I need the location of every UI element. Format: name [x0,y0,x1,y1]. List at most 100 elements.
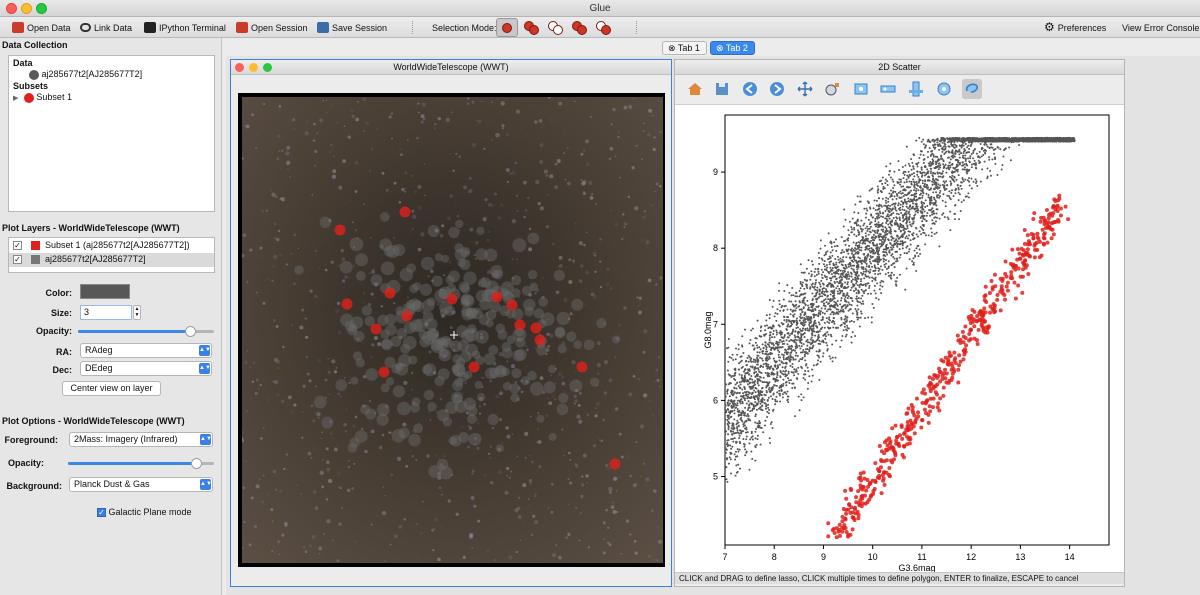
sky-texture [500,101,505,106]
scatter-point [783,305,786,308]
open-data-button[interactable]: Open Data [12,20,71,35]
zoom-icon[interactable] [822,79,842,99]
sky-texture [401,187,405,192]
scatter-plot-area[interactable]: 7 8 9 10 11 12 13 14 5 6 7 8 9 G3.6mag G8.0mag [675,105,1124,573]
size-stepper[interactable]: ▲ ▼ [133,305,141,320]
xor-mode-button[interactable] [568,18,590,37]
home-icon[interactable] [685,79,705,99]
scatter-point [828,321,831,324]
back-icon[interactable] [740,79,760,99]
scatter-point [859,310,862,313]
open-session-button[interactable]: Open Session [236,20,308,35]
wwt-data-point [477,278,487,288]
sky-texture [515,550,518,554]
scatter-point [841,269,844,272]
sky-texture [612,107,616,112]
scatter-point [800,271,803,274]
save-icon[interactable] [712,79,732,99]
sky-texture [255,291,258,294]
sky-image[interactable] [242,97,663,563]
dec-select[interactable]: DEdeg ▲▼ [80,361,212,376]
scatter-point [916,211,919,214]
x-range-icon[interactable] [878,79,898,99]
scatter-point [737,348,740,351]
sky-texture [266,277,271,281]
sky-texture [482,217,487,222]
foreground-select[interactable]: 2Mass: Imagery (Infrared) ▲▼ [69,432,213,447]
scatter-point [939,184,942,187]
scatter-point [790,349,793,352]
layer-visibility-checkbox[interactable]: ✓ [13,241,22,251]
maximize-window-button[interactable] [36,3,47,14]
scatter-point [822,263,825,266]
rect-select-icon[interactable] [851,79,871,99]
layer-visibility-checkbox[interactable]: ✓ [13,255,22,265]
plot-frame [724,114,1110,546]
data-collection-tree[interactable]: Data aj285677t2[AJ285677T2] Subsets ▶ Su… [8,55,215,212]
scatter-point [801,333,804,336]
preferences-button[interactable]: ⚙ Preferences [1044,20,1106,35]
foreground-opacity-slider-handle[interactable] [191,458,203,469]
scatter-point [734,450,737,453]
close-window-button[interactable] [6,3,17,14]
wwt-data-point [459,259,471,271]
minimize-window-button[interactable] [21,3,32,14]
tab-1[interactable]: ⊗ Tab 1 [662,41,707,55]
plot-layers-list[interactable]: ✓ Subset 1 (aj285677t2[AJ285677T2]) ✓ aj… [8,237,215,273]
subset-item[interactable]: ▶ Subset 1 [13,92,72,103]
center-view-button[interactable]: Center view on layer [62,381,161,396]
circle-select-icon[interactable] [934,79,954,99]
y-range-icon[interactable] [906,79,926,99]
layer-row[interactable]: ✓ Subset 1 (aj285677t2[AJ285677T2]) [9,239,214,253]
forward-icon[interactable] [767,79,787,99]
pan-icon[interactable] [795,79,815,99]
scatter-point [799,263,802,266]
expand-arrow-icon[interactable]: ▶ [13,95,18,102]
wwt-sky-view[interactable] [238,93,665,567]
scatter-point [833,245,836,248]
scatter-point [916,165,919,168]
scatter-point [790,294,793,297]
scatter-point [828,316,831,319]
replace-mode-button[interactable] [496,18,518,37]
scatter-point [839,257,842,260]
sky-texture [506,466,510,471]
tab-2[interactable]: ⊗ Tab 2 [710,41,755,55]
link-data-button[interactable]: Link Data [80,20,132,35]
wwt-data-point [553,269,565,281]
close-viewer-button[interactable] [235,63,244,72]
scatter-plot[interactable]: 7 8 9 10 11 12 13 1456789G3.6magG8.0mag [675,105,1124,573]
maximize-viewer-button[interactable] [263,63,272,72]
and-mode-button[interactable] [544,18,566,37]
background-select[interactable]: Planck Dust & Gas ▲▼ [69,477,213,492]
size-input[interactable]: 3 [80,305,132,320]
scatter-point [806,308,809,311]
galactic-plane-checkbox-row[interactable]: ✓ Galactic Plane mode [97,507,192,518]
sky-texture [288,175,291,178]
ra-select[interactable]: RAdeg ▲▼ [80,343,212,358]
scatter-point [867,233,870,236]
scatter-point [887,265,890,268]
scatter-point [775,329,778,332]
scatter-point [741,388,744,391]
color-swatch[interactable] [80,284,130,299]
ipython-terminal-button[interactable]: IPython Terminal [144,20,226,35]
scatter-point [754,413,757,416]
close-tab-icon[interactable]: ⊗ [716,43,724,53]
lasso-icon[interactable] [962,79,982,99]
save-session-button[interactable]: Save Session [317,20,387,35]
scatter-point [922,143,925,146]
galactic-plane-checkbox[interactable]: ✓ [97,508,106,518]
view-error-console-button[interactable]: View Error Console [1122,20,1199,35]
sky-texture [325,99,328,101]
scatter-point [824,335,827,338]
close-tab-icon[interactable]: ⊗ [668,43,676,53]
minimize-viewer-button[interactable] [249,63,258,72]
dataset-item[interactable]: aj285677t2[AJ285677T2] [29,69,142,80]
or-mode-button[interactable] [520,18,542,37]
layer-opacity-slider-handle[interactable] [184,326,196,337]
sky-texture [514,161,517,165]
andnot-mode-button[interactable] [592,18,614,37]
layer-row[interactable]: ✓ aj285677t2[AJ285677T2] [9,253,214,267]
scatter-point [790,344,793,347]
